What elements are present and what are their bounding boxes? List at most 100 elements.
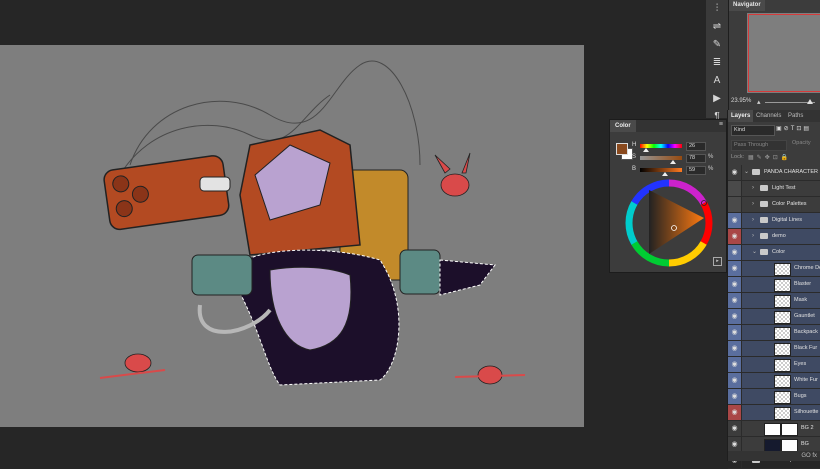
brightness-value[interactable]: 59 (686, 166, 706, 175)
layer-row[interactable]: ◉ Blaster (728, 277, 820, 293)
zoom-out-icon[interactable]: ▴ (757, 98, 761, 106)
visibility-eye-icon[interactable]: ◉ (728, 373, 742, 388)
foreground-swatch[interactable] (616, 143, 628, 155)
canvas-workspace[interactable] (0, 0, 706, 461)
hue-knob[interactable] (643, 148, 649, 152)
layer-row[interactable]: › Light Test (728, 181, 820, 197)
folder-icon (760, 233, 768, 239)
brightness-slider[interactable] (640, 168, 682, 172)
layer-filter-select[interactable]: Kind (731, 125, 775, 136)
panda-artwork (99, 60, 526, 386)
visibility-eye-icon[interactable]: ◉ (728, 357, 742, 372)
visibility-eye-icon[interactable]: ◉ (728, 261, 742, 276)
history-icon[interactable]: ⫶ (706, 0, 728, 18)
brush-icon[interactable]: ✎ (706, 36, 728, 54)
layer-name: demo (772, 233, 786, 239)
tab-channels[interactable]: Channels (756, 110, 781, 122)
layer-row[interactable]: ◉ Bugs (728, 389, 820, 405)
visibility-eye-icon[interactable] (728, 181, 742, 196)
visibility-eye-icon[interactable]: ◉ (728, 325, 742, 340)
layers-panel: Layers Channels Paths Kind ▣⊘T⊡▤ Pass Th… (727, 110, 820, 469)
hue-row: H 26 (632, 142, 726, 152)
layer-thumbnail (774, 311, 791, 324)
adjust-icon[interactable]: ⇌ (706, 18, 728, 36)
visibility-eye-icon[interactable] (728, 197, 742, 212)
visibility-eye-icon[interactable]: ◉ (728, 165, 742, 180)
visibility-eye-icon[interactable]: ◉ (728, 389, 742, 404)
navigator-thumbnail[interactable] (747, 13, 820, 93)
layer-row[interactable]: ◉ ⌄ Color (728, 245, 820, 261)
layer-list: ◉ ⌄ PANDA CHARACTER › Light Test › Color Palet… (728, 165, 820, 469)
layer-thumbnail (774, 295, 791, 308)
layer-name: Gauntlet (794, 313, 815, 319)
visibility-eye-icon[interactable]: ◉ (728, 437, 742, 452)
layer-row[interactable]: ◉ Eyes (728, 357, 820, 373)
tab-paths[interactable]: Paths (788, 110, 803, 122)
color-wheel[interactable] (624, 178, 714, 268)
visibility-eye-icon[interactable]: ◉ (728, 309, 742, 324)
color-options-button[interactable]: ▸ (713, 257, 722, 266)
layer-thumbnail (774, 279, 791, 292)
blend-mode-select[interactable]: Pass Through (731, 140, 787, 151)
layer-name: Mask (794, 297, 808, 303)
hue-value[interactable]: 26 (686, 142, 706, 151)
play-icon[interactable]: ▶ (706, 90, 728, 108)
layer-row[interactable]: ◉ BG 2 (728, 421, 820, 437)
layer-name: PANDA CHARACTER (764, 169, 818, 175)
layer-name: Digital Lines (772, 217, 802, 223)
layer-name: Backpack (794, 329, 818, 335)
lock-label: Lock: (731, 154, 745, 160)
visibility-eye-icon[interactable]: ◉ (728, 213, 742, 228)
layer-row[interactable]: ◉ Chrome Details (728, 261, 820, 277)
layer-name: Blaster (794, 281, 812, 287)
chevron-down-icon[interactable]: ⌄ (752, 245, 757, 260)
tab-color[interactable]: Color (610, 120, 636, 132)
layer-row[interactable]: ◉ ⌄ PANDA CHARACTER (728, 165, 820, 181)
folder-icon (760, 185, 768, 191)
chevron-right-icon[interactable]: › (752, 181, 754, 196)
layer-row[interactable]: ◉ Black Fur (728, 341, 820, 357)
panel-menu-icon[interactable]: ≡ (719, 121, 723, 128)
folder-icon (752, 169, 760, 175)
zoom-level[interactable]: 23.95% (731, 98, 751, 104)
visibility-eye-icon[interactable]: ◉ (728, 277, 742, 292)
layer-name: BG 2 (801, 425, 814, 431)
chevron-right-icon[interactable]: › (752, 213, 754, 228)
layer-row[interactable]: ◉ › Digital Lines (728, 213, 820, 229)
layer-row[interactable]: ◉ Silhouette copy (728, 405, 820, 421)
tab-layers[interactable]: Layers (728, 110, 754, 122)
layer-row[interactable]: ◉ Mask (728, 293, 820, 309)
layers-footer[interactable]: GO fx (728, 451, 820, 461)
navigator-view-box[interactable] (748, 14, 820, 92)
saturation-knob[interactable] (670, 160, 676, 164)
brightness-knob[interactable] (662, 172, 668, 176)
layer-thumbnail (774, 359, 791, 372)
layer-name: BG (801, 441, 809, 447)
document-canvas[interactable] (0, 45, 584, 427)
visibility-eye-icon[interactable]: ◉ (728, 341, 742, 356)
layer-name: Eyes (794, 361, 807, 367)
layer-row[interactable]: ◉ Backpack (728, 325, 820, 341)
tab-navigator[interactable]: Navigator (729, 0, 765, 11)
chevron-right-icon[interactable]: › (752, 229, 754, 244)
layer-row[interactable]: ◉ › demo (728, 229, 820, 245)
lock-icons[interactable]: ▦✎✥⊡🔒 (748, 154, 791, 161)
chevron-right-icon[interactable]: › (752, 197, 754, 212)
layer-mask-thumbnail[interactable] (781, 423, 798, 436)
layer-name: Color Palettes (772, 201, 807, 207)
saturation-value[interactable]: 78 (686, 154, 706, 163)
visibility-eye-icon[interactable]: ◉ (728, 405, 742, 420)
layer-filter-icons[interactable]: ▣⊘T⊡▤ (776, 125, 811, 132)
opacity-label: Opacity (792, 140, 811, 146)
layer-row[interactable]: › Color Palettes (728, 197, 820, 213)
layer-row[interactable]: ◉ White Fur (728, 373, 820, 389)
list-icon[interactable]: ≣ (706, 54, 728, 72)
visibility-eye-icon[interactable]: ◉ (728, 293, 742, 308)
chevron-down-icon[interactable]: ⌄ (744, 165, 749, 180)
zoom-slider-knob[interactable] (807, 99, 813, 104)
visibility-eye-icon[interactable]: ◉ (728, 245, 742, 260)
visibility-eye-icon[interactable]: ◉ (728, 421, 742, 436)
layer-row[interactable]: ◉ Gauntlet (728, 309, 820, 325)
character-icon[interactable]: A (706, 72, 728, 90)
visibility-eye-icon[interactable]: ◉ (728, 229, 742, 244)
